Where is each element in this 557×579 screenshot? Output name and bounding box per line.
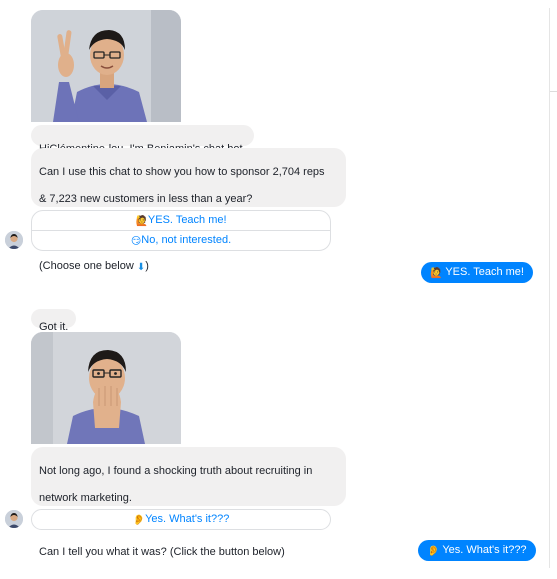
story-line: Can I tell you what it was? (Click the b… xyxy=(39,545,285,558)
smirk-face-icon: 😏 xyxy=(130,236,142,247)
bot-got-it-bubble: Got it. xyxy=(31,309,77,333)
ear-icon: 👂 xyxy=(132,515,146,526)
story-line: Not long ago, I found a shocking truth a… xyxy=(39,465,313,478)
quick-reply-not-interested[interactable]: 😏No, not interested. xyxy=(32,230,330,250)
quick-reply-label: Yes. What's it??? xyxy=(145,513,230,525)
bot-question-bubble: Can I use this chat to show you how to s… xyxy=(31,148,346,273)
question-line: & 7,223 new customers in less than a yea… xyxy=(39,193,253,206)
quick-reply-yes-teach-me[interactable]: 🙋YES. Teach me! xyxy=(32,211,330,230)
bot-photo-surprised xyxy=(31,332,181,444)
bot-greeting-bubble: HiClémentine-lou, I'm Benjamin's chat bo… xyxy=(31,125,254,169)
user-reply-bubble: 🙋 YES. Teach me! xyxy=(421,262,533,283)
down-arrow-icon: ⬇ xyxy=(136,262,146,274)
bot-avatar[interactable] xyxy=(5,231,23,249)
raising-hand-icon: 🙋 xyxy=(430,268,443,279)
bot-photo-waving xyxy=(31,10,181,122)
raising-hand-icon: 🙋 xyxy=(135,216,148,227)
story-line: network marketing. xyxy=(39,492,132,505)
user-reply-text: YES. Teach me! xyxy=(445,266,524,278)
question-line: Can I use this chat to show you how to s… xyxy=(39,166,325,179)
bot-avatar[interactable] xyxy=(5,510,23,528)
bot-story-bubble: Not long ago, I found a shocking truth a… xyxy=(31,447,346,558)
divider xyxy=(550,91,557,92)
quick-replies-2: 👂Yes. What's it??? xyxy=(31,509,331,530)
quick-replies-1: 🙋YES. Teach me! 😏No, not interested. xyxy=(31,210,331,251)
ear-icon: 👂 xyxy=(427,546,440,557)
scrollbar-track[interactable] xyxy=(549,8,550,568)
choose-prefix: (Choose one below xyxy=(39,260,137,273)
user-reply-bubble: 👂 Yes. What's it??? xyxy=(418,540,536,561)
user-reply-text: Yes. What's it??? xyxy=(442,544,527,556)
choose-suffix: ) xyxy=(145,260,149,273)
quick-reply-label: No, not interested. xyxy=(141,234,232,246)
quick-reply-label: YES. Teach me! xyxy=(147,214,227,226)
quick-reply-yes-whats-it[interactable]: 👂Yes. What's it??? xyxy=(32,510,330,529)
